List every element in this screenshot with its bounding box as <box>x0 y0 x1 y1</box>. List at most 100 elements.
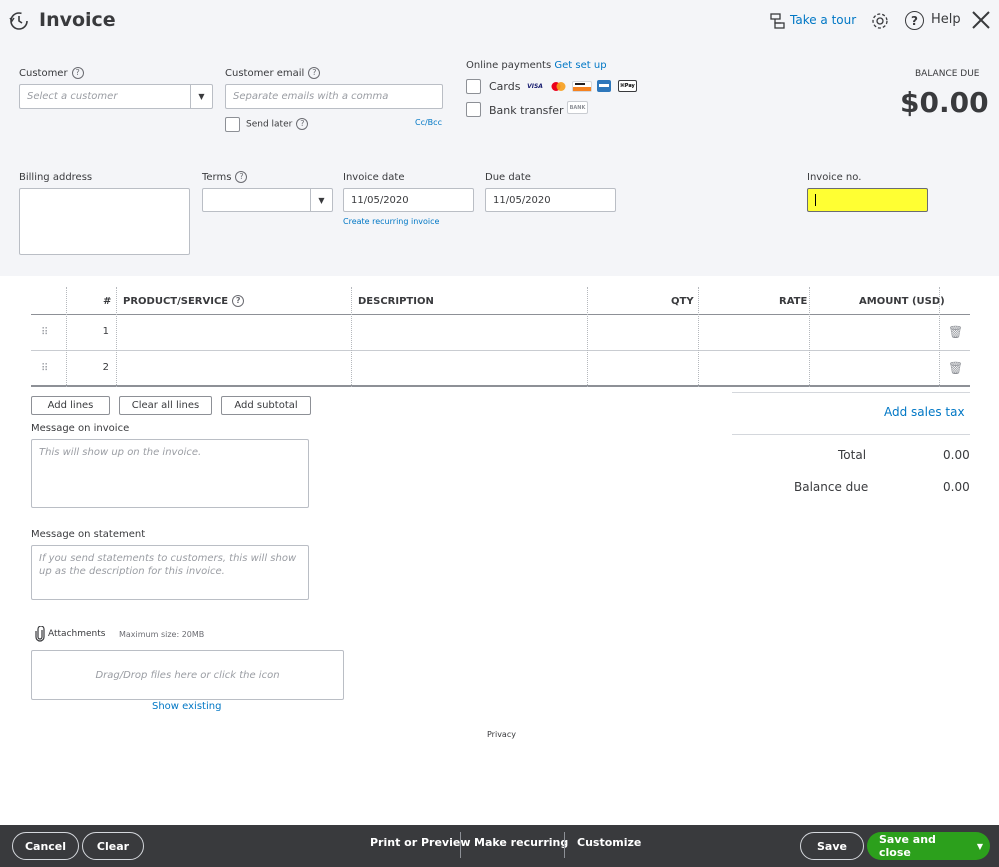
bank-transfer-checkbox[interactable] <box>466 102 481 117</box>
row-number: 2 <box>102 362 109 373</box>
trash-icon[interactable]: 🗑 <box>948 325 963 339</box>
terms-select[interactable]: ▼ <box>202 188 333 212</box>
totals-divider <box>732 434 970 435</box>
col-divider <box>66 287 67 387</box>
get-set-up-link[interactable]: Get set up <box>554 60 606 71</box>
footer-divider <box>564 832 565 858</box>
attachments-max-size: Maximum size: 20MB <box>119 630 205 639</box>
visa-logo: VISA <box>527 83 543 90</box>
dropzone-text: Drag/Drop files here or click the icon <box>95 669 280 681</box>
col-amount-header: AMOUNT (USD) <box>859 295 945 307</box>
help-icon[interactable]: ? <box>905 11 924 30</box>
text-cursor <box>815 194 816 206</box>
col-description-header: DESCRIPTION <box>358 295 434 307</box>
add-subtotal-button[interactable]: Add subtotal <box>221 396 311 415</box>
cards-checkbox[interactable] <box>466 79 481 94</box>
due-date-label: Due date <box>485 172 531 183</box>
save-button[interactable]: Save <box>800 832 864 860</box>
balance-due-total-label: Balance due <box>794 480 869 494</box>
save-and-close-label: Save and close <box>879 833 936 859</box>
col-divider <box>116 287 117 387</box>
chevron-down-icon[interactable]: ▼ <box>190 85 212 108</box>
amex-logo <box>597 80 611 92</box>
col-rate-header: RATE <box>779 295 808 307</box>
paperclip-icon <box>34 625 46 642</box>
send-later-label: Send later? <box>246 118 309 130</box>
mastercard-logo <box>550 81 567 92</box>
clear-all-lines-button[interactable]: Clear all lines <box>119 396 212 415</box>
customer-label: Customer? <box>19 67 84 79</box>
show-existing-link[interactable]: Show existing <box>152 701 221 712</box>
drag-handle-icon[interactable]: ⠿ <box>41 363 48 374</box>
apple-pay-logo: ⌘Pay <box>618 80 637 92</box>
gear-icon[interactable] <box>870 11 890 31</box>
invoice-no-field[interactable] <box>807 188 928 212</box>
message-statement-label: Message on statement <box>31 529 146 540</box>
customize-button[interactable]: Customize <box>577 836 641 849</box>
cc-bcc-link[interactable]: Cc/Bcc <box>415 118 442 127</box>
bank-logo: BANK <box>567 101 588 114</box>
invoice-date-label: Invoice date <box>343 172 405 183</box>
invoice-no-label: Invoice no. <box>807 172 862 183</box>
drag-handle-icon[interactable]: ⠿ <box>41 327 48 338</box>
due-date-field[interactable]: 11/05/2020 <box>485 188 616 212</box>
take-tour-icon[interactable] <box>769 12 787 30</box>
total-label: Total <box>838 448 867 462</box>
message-invoice-field[interactable]: This will show up on the invoice. <box>31 439 309 508</box>
col-product-header: PRODUCT/SERVICE? <box>123 287 245 315</box>
help-label[interactable]: Help <box>931 12 961 27</box>
billing-address-label: Billing address <box>19 172 93 183</box>
print-preview-button[interactable]: Print or Preview <box>370 836 471 849</box>
terms-label: Terms? <box>202 171 248 183</box>
chevron-down-icon[interactable]: ▼ <box>970 842 990 851</box>
online-payments-label: Online payments Get set up <box>466 60 607 71</box>
row-number: 1 <box>102 326 109 337</box>
billing-address-field[interactable] <box>19 188 190 255</box>
customer-select[interactable]: Select a customer ▼ <box>19 84 213 109</box>
help-icon[interactable]: ? <box>308 67 321 79</box>
make-recurring-button[interactable]: Make recurring <box>474 836 568 849</box>
create-recurring-link[interactable]: Create recurring invoice <box>343 217 439 226</box>
help-icon[interactable]: ? <box>71 67 84 79</box>
due-date-value: 11/05/2020 <box>493 194 551 206</box>
cards-label: Cards <box>489 80 521 93</box>
col-divider <box>809 287 810 387</box>
send-later-checkbox[interactable] <box>225 117 240 132</box>
balance-due-total-value: 0.00 <box>943 480 970 494</box>
cancel-button[interactable]: Cancel <box>12 832 79 860</box>
help-icon[interactable]: ? <box>232 295 245 307</box>
col-divider <box>698 287 699 387</box>
footer-divider <box>460 832 461 858</box>
close-icon[interactable] <box>971 10 991 30</box>
col-divider <box>351 287 352 387</box>
help-icon[interactable]: ? <box>296 118 309 130</box>
col-divider <box>939 287 940 387</box>
col-divider <box>587 287 588 387</box>
col-num-header: # <box>103 295 112 307</box>
totals-divider <box>732 392 970 393</box>
add-lines-button[interactable]: Add lines <box>31 396 110 415</box>
bank-transfer-label: Bank transfer <box>489 104 564 117</box>
message-invoice-label: Message on invoice <box>31 423 130 434</box>
trash-icon[interactable]: 🗑 <box>948 361 963 375</box>
customer-placeholder: Select a customer <box>27 91 118 102</box>
invoice-date-field[interactable]: 11/05/2020 <box>343 188 474 212</box>
take-tour-link[interactable]: Take a tour <box>790 13 856 27</box>
discover-logo <box>572 81 592 92</box>
message-statement-field[interactable]: If you send statements to customers, thi… <box>31 545 309 600</box>
privacy-link[interactable]: Privacy <box>487 730 516 739</box>
chevron-down-icon[interactable]: ▼ <box>310 189 332 211</box>
table-row[interactable]: ⠿ 1 🗑 <box>31 315 970 351</box>
attachments-label: Attachments <box>48 629 106 639</box>
add-sales-tax-link[interactable]: Add sales tax <box>884 405 965 419</box>
table-row[interactable]: ⠿ 2 🗑 <box>31 351 970 387</box>
clear-button[interactable]: Clear <box>82 832 144 860</box>
help-icon[interactable]: ? <box>235 171 248 183</box>
customer-email-label: Customer email? <box>225 67 321 79</box>
balance-due-label: BALANCE DUE <box>915 69 980 79</box>
customer-email-field[interactable]: Separate emails with a comma <box>225 84 443 109</box>
total-value: 0.00 <box>943 448 970 462</box>
attachment-dropzone[interactable]: Drag/Drop files here or click the icon <box>31 650 344 700</box>
history-icon[interactable] <box>8 10 30 32</box>
save-and-close-button[interactable]: Save and close ▼ <box>867 832 990 860</box>
